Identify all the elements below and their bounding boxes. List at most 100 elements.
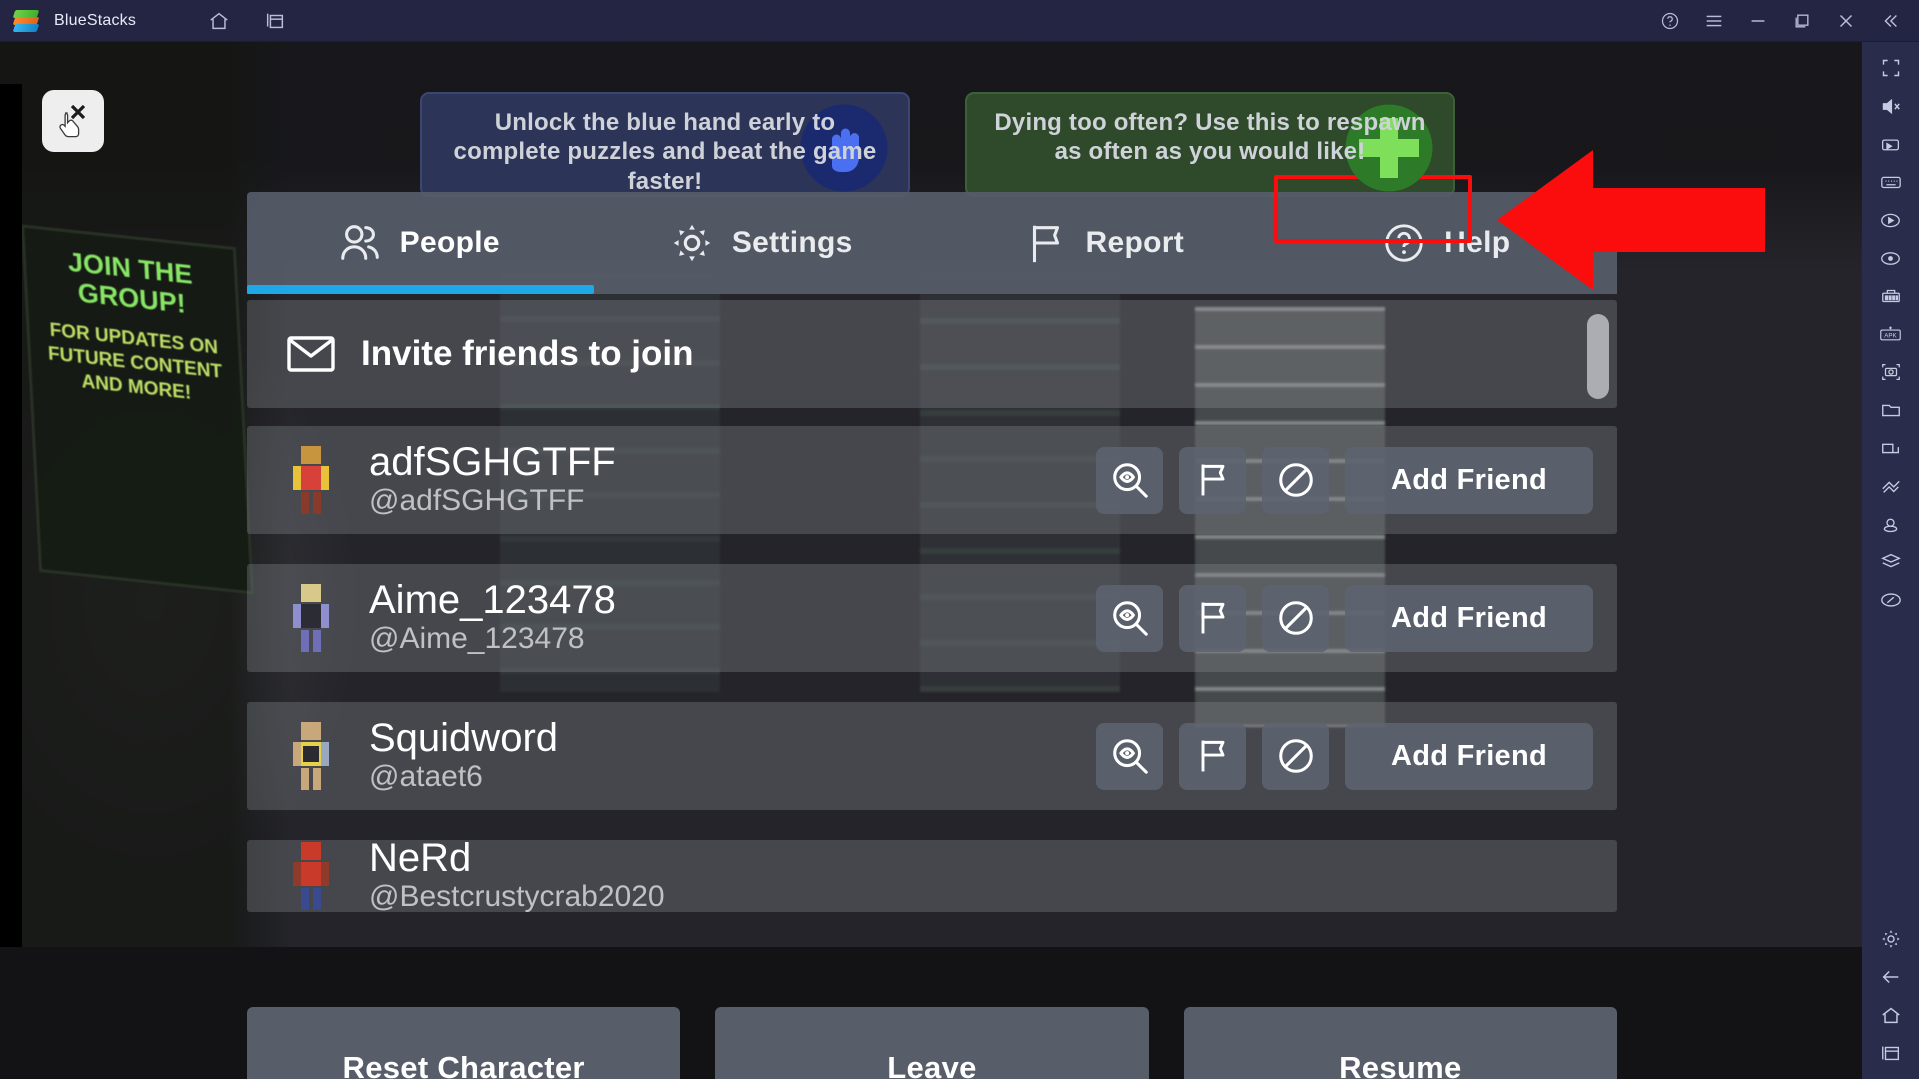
bluestacks-sidebar: APK <box>1862 42 1919 1079</box>
eco-mode-icon[interactable] <box>1871 240 1911 276</box>
menu-tab-bar: People Settings Report Help <box>247 175 1617 294</box>
resume-button[interactable]: Resume <box>1183 1007 1617 1079</box>
bluestacks-logo-icon <box>12 9 40 33</box>
group-sign-line2: FOR UPDATES ON FUTURE CONTENT AND MORE! <box>47 319 223 404</box>
active-tab-underline <box>247 285 594 294</box>
leave-button[interactable]: Leave <box>715 1007 1149 1079</box>
menu-bottom-bar: Reset Character Leave Resume <box>247 1007 1617 1079</box>
minimize-icon[interactable] <box>1739 2 1777 40</box>
player-display-name: adfSGHGTFF <box>369 439 616 484</box>
game-banner-blue: Unlock the blue hand early to complete p… <box>420 92 910 197</box>
player-row[interactable]: Squidword @ataet6 Add Friend <box>247 702 1617 810</box>
shake-icon[interactable] <box>1871 468 1911 504</box>
envelope-icon <box>283 332 339 376</box>
inspect-icon[interactable] <box>1096 722 1163 790</box>
tab-people[interactable]: People <box>247 192 590 294</box>
keymapping-icon[interactable] <box>1871 164 1911 200</box>
help-icon[interactable] <box>1651 2 1689 40</box>
player-actions: Add Friend <box>1096 584 1593 652</box>
people-icon <box>337 220 383 266</box>
back-icon[interactable] <box>1871 959 1911 995</box>
tab-report-label: Report <box>1085 226 1184 259</box>
settings-gear-icon[interactable] <box>1871 921 1911 957</box>
avatar <box>283 840 339 912</box>
home-icon[interactable] <box>1871 997 1911 1033</box>
game-banner-green-text: Dying too often? Use this to respawn as … <box>994 109 1426 166</box>
gear-icon <box>669 220 715 266</box>
volume-icon[interactable] <box>1871 88 1911 124</box>
game-viewport[interactable]: JOIN THE GROUP! FOR UPDATES ON FUTURE CO… <box>0 42 1862 1079</box>
game-banner-blue-text: Unlock the blue hand early to complete p… <box>453 109 877 195</box>
media-manager-icon[interactable] <box>1871 392 1911 428</box>
home-icon[interactable] <box>200 2 238 40</box>
inspect-icon[interactable] <box>1096 446 1163 514</box>
add-friend-button[interactable]: Add Friend <box>1345 584 1593 652</box>
player-row[interactable]: NeRd @Bestcrustycrab2020 <box>247 840 1617 912</box>
add-friend-button[interactable]: Add Friend <box>1345 722 1593 790</box>
player-display-name: Aime_123478 <box>369 577 616 622</box>
report-flag-icon[interactable] <box>1179 584 1246 652</box>
svg-text:APK: APK <box>1884 332 1897 339</box>
reset-character-button[interactable]: Reset Character <box>247 1007 681 1079</box>
shift-lock-cursor-icon[interactable] <box>42 90 104 152</box>
group-sign: JOIN THE GROUP! FOR UPDATES ON FUTURE CO… <box>21 224 254 595</box>
recents-icon[interactable] <box>1871 1035 1911 1071</box>
layers-icon[interactable] <box>1871 544 1911 580</box>
player-identity: Squidword @ataet6 <box>369 718 1096 795</box>
install-apk-icon[interactable]: APK <box>1871 316 1911 352</box>
player-display-name: NeRd <box>369 840 472 880</box>
fullscreen-icon[interactable] <box>1871 50 1911 86</box>
avatar <box>283 720 339 792</box>
annotation-arrow-icon <box>1497 150 1765 290</box>
player-row[interactable]: adfSGHGTFF @adfSGHGTFF Add Friend <box>247 426 1617 534</box>
player-display-name: Squidword <box>369 715 559 760</box>
game-banner-green: Dying too often? Use this to respawn as … <box>965 92 1455 197</box>
player-identity: NeRd @Bestcrustycrab2020 <box>369 840 1617 912</box>
avatar <box>283 444 339 516</box>
location-icon[interactable] <box>1871 506 1911 542</box>
report-flag-icon[interactable] <box>1179 722 1246 790</box>
player-identity: adfSGHGTFF @adfSGHGTFF <box>369 442 1096 519</box>
avatar <box>283 582 339 654</box>
close-icon[interactable] <box>1827 2 1865 40</box>
player-actions: Add Friend <box>1096 722 1593 790</box>
titlebar-right-controls <box>1651 2 1909 40</box>
app-title: BlueStacks <box>54 11 137 29</box>
people-list: Invite friends to join adfSGHGTFF @adfSG… <box>247 300 1617 1000</box>
multi-instance-manager-icon[interactable] <box>1871 278 1911 314</box>
block-icon[interactable] <box>1262 722 1329 790</box>
player-handle: @ataet6 <box>369 759 483 793</box>
collapse-sidebar-icon[interactable] <box>1871 2 1909 40</box>
tab-settings-label: Settings <box>731 226 853 259</box>
rotate-icon[interactable] <box>1871 582 1911 618</box>
screenshot-icon[interactable] <box>1871 354 1911 390</box>
block-icon[interactable] <box>1262 446 1329 514</box>
roblox-escape-menu: People Settings Report Help Invite frien… <box>247 175 1617 1079</box>
menu-icon[interactable] <box>1695 2 1733 40</box>
flag-icon <box>1023 220 1069 266</box>
player-handle: @Aime_123478 <box>369 621 585 655</box>
titlebar-center-controls <box>200 2 294 40</box>
player-identity: Aime_123478 @Aime_123478 <box>369 580 1096 657</box>
maximize-icon[interactable] <box>1783 2 1821 40</box>
player-row[interactable]: Aime_123478 @Aime_123478 Add Friend <box>247 564 1617 672</box>
screen-record-icon[interactable] <box>1871 430 1911 466</box>
report-flag-icon[interactable] <box>1179 446 1246 514</box>
block-icon[interactable] <box>1262 584 1329 652</box>
inspect-icon[interactable] <box>1096 584 1163 652</box>
group-sign-line1: JOIN THE GROUP! <box>67 246 194 320</box>
player-handle: @Bestcrustycrab2020 <box>369 879 665 912</box>
invite-friends-row[interactable]: Invite friends to join <box>247 300 1617 408</box>
question-icon <box>1381 220 1427 266</box>
macro-recorder-icon[interactable] <box>1871 202 1911 238</box>
game-controls-icon[interactable] <box>1871 126 1911 162</box>
titlebar: BlueStacks <box>0 0 1919 42</box>
add-friend-button[interactable]: Add Friend <box>1345 446 1593 514</box>
player-handle: @adfSGHGTFF <box>369 483 585 517</box>
tab-people-label: People <box>399 226 500 259</box>
tab-report[interactable]: Report <box>932 192 1275 294</box>
multi-instance-icon[interactable] <box>256 2 294 40</box>
people-list-scrollbar[interactable] <box>1587 314 1609 399</box>
tab-settings[interactable]: Settings <box>590 192 933 294</box>
player-actions: Add Friend <box>1096 446 1593 514</box>
